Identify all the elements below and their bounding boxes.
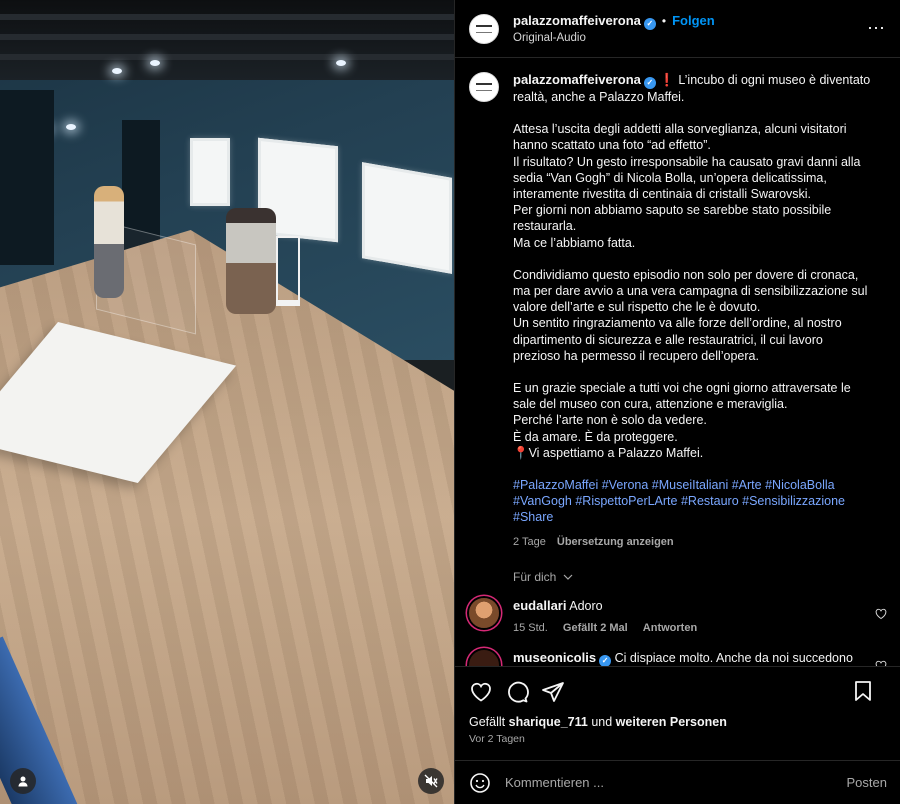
- artwork-frame: [362, 162, 452, 274]
- bookmark-icon[interactable]: [851, 679, 875, 703]
- caption-line: Condividiamo questo episodio non solo pe…: [513, 267, 868, 315]
- post-actions: Gefällt sharique_711 und weiteren Person…: [455, 666, 900, 762]
- user-icon: [18, 776, 28, 787]
- ceiling-light: [112, 68, 122, 74]
- post-caption: palazzomaffeiverona ✓ ❗ L’incubo di ogni …: [469, 72, 887, 550]
- likes-others[interactable]: weiteren Personen: [616, 715, 727, 729]
- comment-text: Ci dispiace molto. Anche da noi succedon…: [614, 650, 853, 665]
- hashtag-list: #PalazzoMaffei #Verona #MuseiItaliani #A…: [513, 477, 873, 526]
- gallery-ceiling: [0, 0, 454, 80]
- audio-label[interactable]: Original-Audio: [513, 31, 715, 46]
- doorway: [0, 90, 54, 265]
- share-paper-plane-icon[interactable]: [541, 680, 565, 704]
- hashtag-link[interactable]: #VanGogh: [513, 494, 572, 508]
- comment-sort-label: Für dich: [513, 569, 557, 584]
- comment-bubble-icon[interactable]: [505, 680, 529, 704]
- hashtag-link[interactable]: #Arte: [732, 478, 762, 492]
- caption-line: 📍Vi aspettiamo a Palazzo Maffei.: [513, 445, 704, 460]
- comment-item: museonicolis ✓ Ci dispiace molto. Anche d…: [469, 649, 887, 666]
- artwork-chair: [276, 236, 300, 306]
- reply-button[interactable]: Antworten: [643, 622, 697, 634]
- verified-badge-icon: ✓: [643, 17, 656, 30]
- likes-middle: und: [591, 715, 613, 729]
- comment-composer: Posten: [455, 760, 900, 804]
- caption-line: Perché l’arte non è solo da vedere.: [513, 413, 707, 428]
- caption-line: E un grazie speciale a tutti voi che ogn…: [513, 381, 851, 412]
- caption-line: Il risultato? Un gesto irresponsabile ha…: [513, 154, 861, 202]
- post-side-panel: palazzomaffeiverona ✓ • Folgen Original-Aud…: [454, 0, 900, 804]
- museum-logo-icon: [476, 83, 492, 91]
- hashtag-link[interactable]: #Restauro: [681, 494, 739, 508]
- comment-input[interactable]: [505, 775, 847, 790]
- comment-item: eudallari Adoro 15 Std. Gefällt 2 Mal An…: [469, 597, 887, 636]
- hashtag-link[interactable]: #RispettoPerLArte: [575, 494, 677, 508]
- like-heart-icon[interactable]: [469, 680, 493, 704]
- hashtag-link[interactable]: #MuseiItaliani: [652, 478, 728, 492]
- ceiling-light: [66, 124, 76, 130]
- account-username[interactable]: palazzomaffeiverona: [513, 13, 641, 28]
- caption-line: Un sentito ringraziamento va alle forze …: [513, 316, 842, 363]
- heart-icon[interactable]: [875, 608, 887, 620]
- audio-toggle-button[interactable]: [418, 768, 444, 794]
- verified-badge-icon: ✓: [643, 77, 656, 89]
- emoji-icon[interactable]: [469, 772, 491, 794]
- caption-line: Per giorni non abbiamo saputo se sarebbe…: [513, 203, 832, 234]
- separator-dot: •: [661, 13, 667, 28]
- artwork-frame: [190, 138, 230, 206]
- commenter-avatar[interactable]: [469, 597, 499, 628]
- caption-avatar[interactable]: [469, 72, 499, 102]
- tagged-users-button[interactable]: [10, 768, 36, 794]
- more-options-button[interactable]: ⋯: [867, 18, 886, 39]
- surveillance-video-frame: [0, 0, 454, 804]
- comment-age[interactable]: 15 Std.: [513, 622, 548, 634]
- comment-likes[interactable]: Gefällt 2 Mal: [563, 622, 628, 634]
- commenter-username[interactable]: eudallari: [513, 598, 566, 613]
- caption-age[interactable]: 2 Tage: [513, 536, 546, 548]
- likes-summary[interactable]: Gefällt sharique_711 und weiteren Person…: [469, 715, 887, 729]
- comments-section[interactable]: palazzomaffeiverona ✓ ❗ L’incubo di ogni …: [455, 58, 900, 666]
- museum-logo-icon: [476, 24, 492, 33]
- post-media[interactable]: [0, 0, 454, 804]
- visitor-figure: [226, 208, 276, 314]
- caption-line: È da amare. È da proteggere.: [513, 429, 678, 444]
- translate-button[interactable]: Übersetzung anzeigen: [557, 536, 674, 548]
- hashtag-link[interactable]: #Verona: [602, 478, 649, 492]
- chevron-down-icon: [563, 574, 573, 580]
- commenter-avatar[interactable]: [469, 649, 499, 666]
- visitor-figure: [94, 186, 124, 298]
- account-avatar[interactable]: [469, 13, 499, 44]
- ceiling-light: [150, 60, 160, 66]
- caption-username[interactable]: palazzomaffeiverona: [513, 72, 641, 87]
- hashtag-link[interactable]: #Share: [513, 510, 553, 524]
- liker-username[interactable]: sharique_711: [509, 715, 588, 729]
- caption-line: Ma ce l’abbiamo fatta.: [513, 235, 636, 250]
- follow-button[interactable]: Folgen: [672, 13, 715, 28]
- commenter-username[interactable]: museonicolis: [513, 650, 596, 665]
- verified-badge-icon: ✓: [599, 654, 612, 666]
- ceiling-light: [336, 60, 346, 66]
- hashtag-link[interactable]: #NicolaBolla: [765, 478, 834, 492]
- comment-sort-dropdown[interactable]: Für dich: [513, 570, 887, 584]
- hashtag-link[interactable]: #PalazzoMaffei: [513, 478, 598, 492]
- post-comment-button[interactable]: Posten: [847, 775, 887, 790]
- post-header: palazzomaffeiverona ✓ • Folgen Original-Aud…: [455, 0, 900, 58]
- hashtag-link[interactable]: #Sensibilizzazione: [742, 494, 845, 508]
- comment-text: Adoro: [569, 598, 603, 613]
- likes-prefix: Gefällt: [469, 715, 506, 729]
- caption-line: Attesa l’uscita degli addetti alla sorve…: [513, 122, 847, 153]
- post-date: Vor 2 Tagen: [469, 733, 525, 745]
- muted-speaker-icon: [424, 774, 438, 788]
